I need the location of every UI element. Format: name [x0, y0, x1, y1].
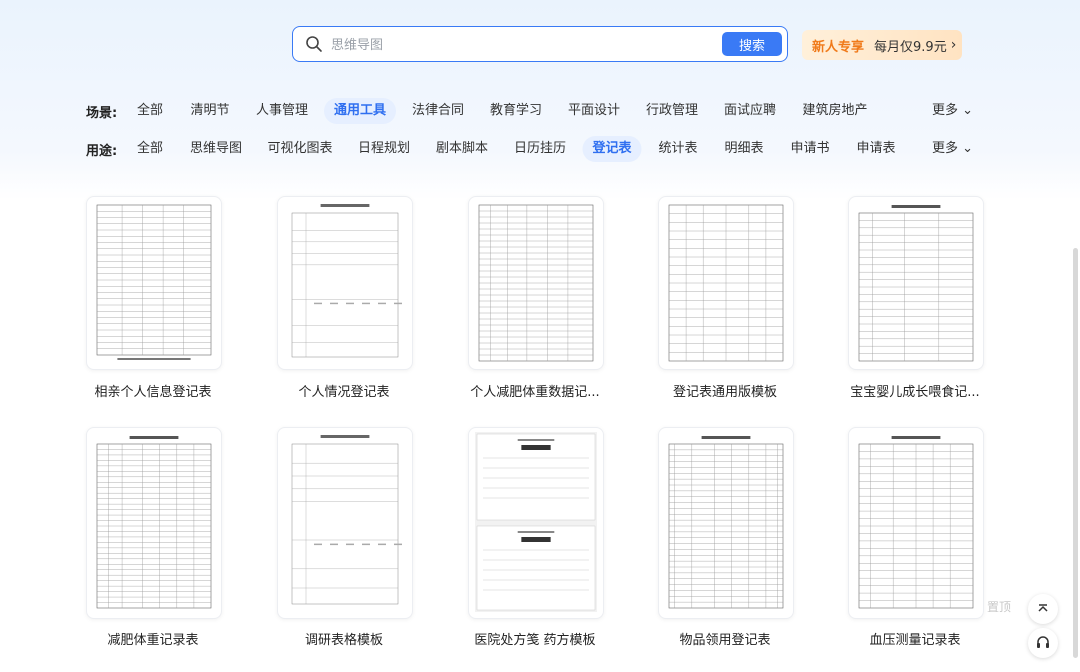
promo-text: 每月仅9.9元: [874, 39, 947, 55]
template-card[interactable]: [848, 427, 984, 619]
scrollbar[interactable]: [1073, 248, 1078, 658]
template-title[interactable]: 宝宝婴儿成长喂食记...: [835, 381, 995, 400]
search-icon: [306, 36, 322, 52]
template-title[interactable]: 物品领用登记表: [645, 629, 805, 648]
usage-chip[interactable]: 可视化图表: [257, 136, 342, 162]
template-title[interactable]: 登记表通用版模板: [645, 381, 805, 400]
template-card[interactable]: [86, 427, 222, 619]
usage-more-button[interactable]: 更多 ⌄: [932, 136, 973, 162]
usage-filter-row: 用途: 全部 思维导图 可视化图表 日程规划 剧本脚本 日历挂历 登记表 统计表 明细表 申请书申…: [86, 136, 1006, 162]
template-title[interactable]: 减肥体重记录表: [73, 629, 233, 648]
scene-chip[interactable]: 清明节: [180, 98, 239, 124]
template-title[interactable]: 血压测量记录表: [835, 629, 995, 648]
template-card[interactable]: [86, 196, 222, 370]
promo-banner[interactable]: 新人专享 每月仅9.9元 ›: [802, 30, 962, 60]
usage-chip[interactable]: 剧本脚本: [426, 136, 498, 162]
customer-service-button[interactable]: [1028, 628, 1058, 658]
scene-chip[interactable]: 法律合同: [402, 98, 474, 124]
scene-chip[interactable]: 面试应聘: [714, 98, 786, 124]
usage-chip[interactable]: 申请表: [846, 136, 905, 162]
template-card[interactable]: [277, 427, 413, 619]
usage-chip[interactable]: 统计表: [648, 136, 707, 162]
promo-tag: 新人专享: [812, 39, 865, 55]
usage-chip[interactable]: 申请书: [780, 136, 839, 162]
search-button[interactable]: 搜索: [722, 32, 782, 56]
usage-chip[interactable]: 日历挂历: [504, 136, 576, 162]
template-title[interactable]: 相亲个人信息登记表: [73, 381, 233, 400]
scene-more-button[interactable]: 更多 ⌄: [932, 98, 973, 124]
back-to-top-label: 置顶: [987, 600, 1012, 614]
chevron-right-icon: ›: [950, 37, 957, 53]
scene-chip[interactable]: 通用工具: [323, 98, 397, 124]
usage-chip[interactable]: 登记表: [582, 136, 642, 162]
usage-chip[interactable]: 全部: [127, 136, 173, 162]
template-title[interactable]: 医院处方笺 药方模板: [455, 629, 615, 648]
chevron-up-icon: [1038, 604, 1048, 612]
template-title[interactable]: 个人减肥体重数据记...: [455, 381, 615, 400]
scene-label: 场景:: [86, 105, 118, 121]
scene-chip[interactable]: 教育学习: [480, 98, 552, 124]
scene-chip[interactable]: 全部: [127, 98, 173, 124]
template-card[interactable]: [277, 196, 413, 370]
template-card[interactable]: [658, 427, 794, 619]
search-input[interactable]: [329, 32, 713, 58]
template-title[interactable]: 个人情况登记表: [264, 381, 424, 400]
usage-chip[interactable]: 日程规划: [348, 136, 420, 162]
scene-chip[interactable]: 行政管理: [636, 98, 708, 124]
usage-chip[interactable]: 明细表: [714, 136, 773, 162]
usage-label: 用途:: [86, 143, 118, 159]
template-card[interactable]: [658, 196, 794, 370]
scene-filter-row: 场景: 全部 清明节 人事管理 通用工具 法律合同 教育学习 平面设计 行政管理 面试应聘 建筑房…: [86, 98, 1006, 124]
scene-chip[interactable]: 平面设计: [558, 98, 630, 124]
headset-icon: [1037, 636, 1049, 648]
scene-chip[interactable]: 人事管理: [246, 98, 318, 124]
template-card[interactable]: [468, 196, 604, 370]
template-card[interactable]: [468, 427, 604, 619]
template-title[interactable]: 调研表格模板: [264, 629, 424, 648]
template-card[interactable]: [848, 196, 984, 370]
back-to-top-button[interactable]: [1028, 594, 1058, 624]
usage-chip[interactable]: 思维导图: [180, 136, 252, 162]
scene-chip[interactable]: 建筑房地产: [792, 98, 877, 124]
search-box[interactable]: 搜索: [292, 26, 788, 62]
